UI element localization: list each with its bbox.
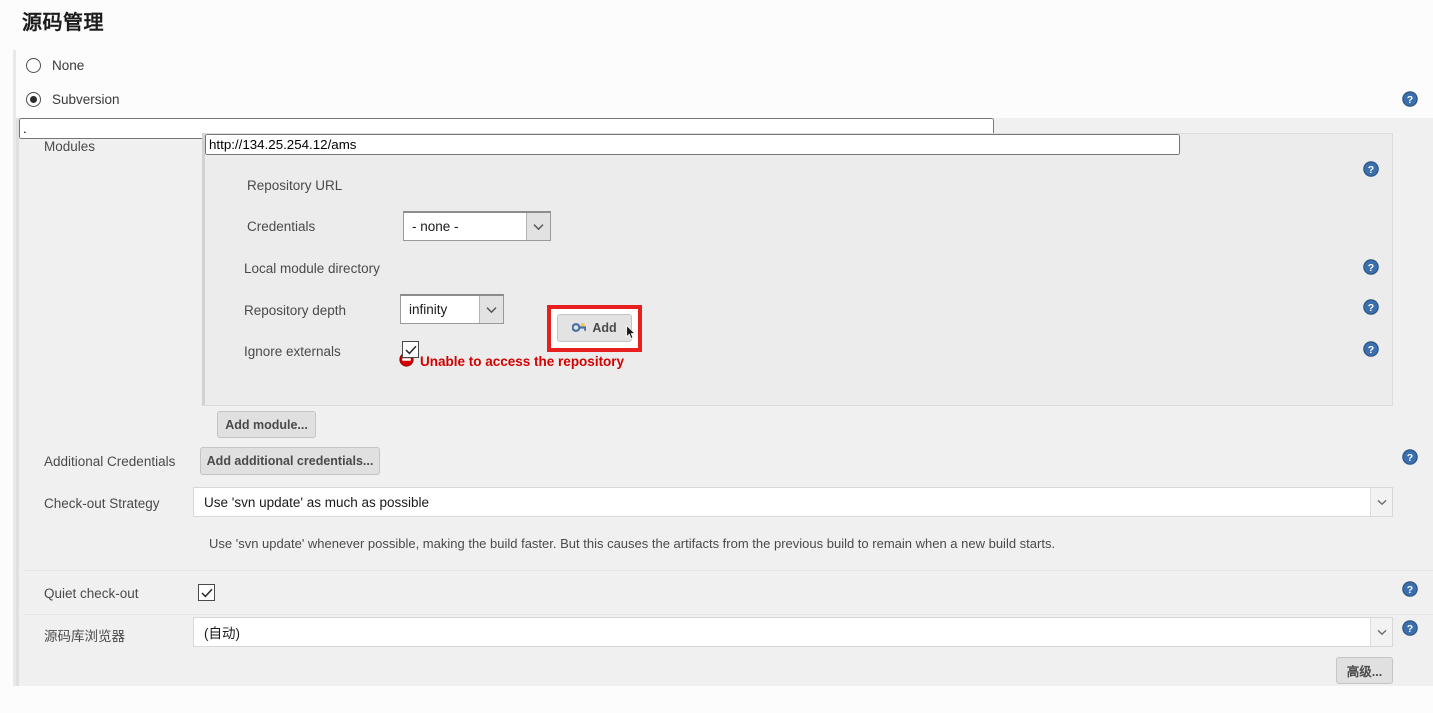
subversion-settings-panel: Modules Repository URL Credentials - non… <box>16 118 1433 686</box>
svg-text:?: ? <box>1368 262 1374 274</box>
ignore-externals-checkbox[interactable] <box>402 341 419 358</box>
checkout-strategy-label: Check-out Strategy <box>44 496 160 511</box>
help-icon-additional-credentials[interactable]: ? <box>1402 449 1418 465</box>
section-divider <box>23 570 1433 571</box>
help-icon-local-module-directory[interactable]: ? <box>1363 259 1379 275</box>
key-icon <box>571 321 587 336</box>
modules-label: Modules <box>44 139 96 154</box>
modules-box: Repository URL Credentials - none - <box>202 133 1393 406</box>
credentials-select-value: - none - <box>412 219 459 234</box>
repository-url-input[interactable] <box>205 134 1180 155</box>
page-title: 源码管理 <box>22 12 104 34</box>
svg-text:?: ? <box>1368 302 1374 314</box>
help-icon-subversion[interactable]: ? <box>1402 91 1418 107</box>
add-credentials-label: Add <box>592 321 617 335</box>
chevron-down-icon <box>1370 488 1392 516</box>
add-additional-credentials-label: Add additional credentials... <box>206 454 374 468</box>
help-icon-quiet-checkout[interactable]: ? <box>1402 581 1418 597</box>
checkout-strategy-description: Use 'svn update' whenever possible, maki… <box>209 536 1056 551</box>
quiet-checkout-label: Quiet check-out <box>44 586 139 601</box>
repository-error-text: Unable to access the repository <box>420 353 625 369</box>
chevron-down-icon <box>1370 618 1392 646</box>
repository-error-message: Unable to access the repository <box>399 352 624 370</box>
advanced-button-label: 高级... <box>1346 665 1383 679</box>
help-icon-repository-browser[interactable]: ? <box>1402 620 1418 636</box>
repository-url-label: Repository URL <box>247 178 343 193</box>
help-icon-ignore-externals[interactable]: ? <box>1363 341 1379 357</box>
scm-configuration-page: 源码管理 None Subversion ? Modules Repositor… <box>0 0 1433 713</box>
scm-type-radio-group: None Subversion <box>16 50 1433 118</box>
section-divider-2 <box>23 614 1433 615</box>
repository-depth-value: infinity <box>409 302 448 317</box>
svg-text:?: ? <box>1407 623 1413 635</box>
add-module-label: Add module... <box>225 417 308 432</box>
add-credentials-highlight: Add <box>547 305 642 352</box>
chevron-down-icon <box>526 213 550 240</box>
svg-text:?: ? <box>1407 94 1413 106</box>
additional-credentials-label: Additional Credentials <box>44 454 176 469</box>
radio-subversion-label: Subversion <box>52 92 120 107</box>
add-credentials-button[interactable]: Add <box>557 314 636 342</box>
help-icon-repository-url[interactable]: ? <box>1363 161 1379 177</box>
local-module-directory-label: Local module directory <box>244 261 380 276</box>
repository-browser-value: (自动) <box>204 626 240 641</box>
radio-none[interactable] <box>26 58 41 73</box>
quiet-checkout-checkbox[interactable] <box>198 584 215 601</box>
repository-depth-label: Repository depth <box>244 303 347 318</box>
svg-text:?: ? <box>1407 584 1413 596</box>
radio-subversion[interactable] <box>26 92 41 107</box>
add-additional-credentials-button[interactable]: Add additional credentials... <box>200 447 380 475</box>
repository-browser-label: 源码库浏览器 <box>44 629 125 644</box>
svg-text:?: ? <box>1407 452 1413 464</box>
chevron-down-icon <box>479 296 503 323</box>
svg-text:?: ? <box>1368 344 1374 356</box>
checkout-strategy-select[interactable]: Use 'svn update' as much as possible <box>193 487 1393 517</box>
repository-browser-select[interactable]: (自动) <box>193 617 1393 647</box>
advanced-button[interactable]: 高级... <box>1336 657 1393 684</box>
credentials-select[interactable]: - none - <box>403 211 551 241</box>
add-module-button[interactable]: Add module... <box>217 411 316 438</box>
checkout-strategy-value: Use 'svn update' as much as possible <box>204 494 430 510</box>
ignore-externals-label: Ignore externals <box>244 344 341 359</box>
credentials-label: Credentials <box>247 219 316 234</box>
help-icon-repository-depth[interactable]: ? <box>1363 299 1379 315</box>
radio-none-label: None <box>52 58 85 73</box>
repository-depth-select[interactable]: infinity <box>400 294 504 324</box>
svg-text:?: ? <box>1368 164 1374 176</box>
scm-type-option-subversion[interactable]: Subversion <box>26 92 120 107</box>
scm-type-option-none[interactable]: None <box>26 58 84 73</box>
mouse-cursor-icon <box>626 324 637 343</box>
